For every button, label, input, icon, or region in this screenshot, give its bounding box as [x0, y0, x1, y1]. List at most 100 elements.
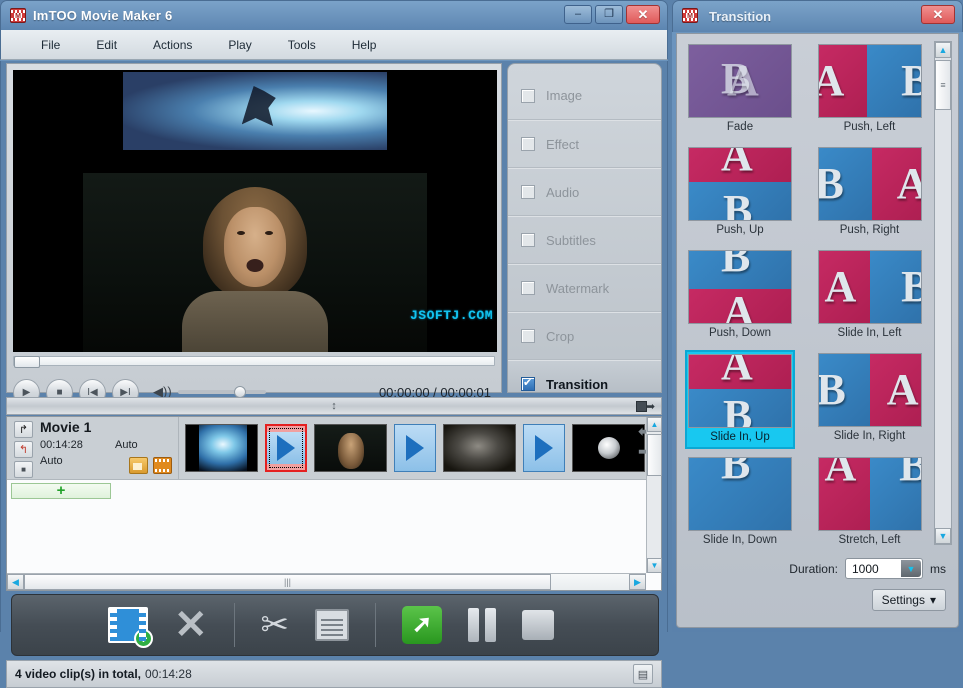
- transition-scrollbar[interactable]: ▲ ≡ ▼: [934, 41, 952, 545]
- option-row-crop[interactable]: Crop: [508, 312, 661, 360]
- transition-label: Slide In, Up: [710, 431, 770, 443]
- transition-clip-2[interactable]: [394, 424, 436, 472]
- transition-item-push-up[interactable]: A B Push, Up: [685, 144, 795, 242]
- watermark-text: JSOFTJ.COM: [409, 308, 493, 323]
- scroll-right-icon[interactable]: ▶: [629, 574, 646, 590]
- video-canvas[interactable]: JSOFTJ.COM: [13, 70, 497, 352]
- transition-label: Push, Right: [839, 224, 900, 236]
- transition-item-fade[interactable]: B A Fade: [685, 41, 795, 139]
- transition-thumbnail: B A: [817, 353, 922, 427]
- checkbox-watermark[interactable]: [521, 281, 535, 295]
- main-window: M ImTOO Movie Maker 6 – ❐ ✕ File Edit Ac…: [0, 0, 668, 688]
- video-frame-outgoing: [123, 72, 387, 150]
- timeline-horizontal-scrollbar[interactable]: ◀ ||| ▶: [7, 573, 646, 590]
- export-icon[interactable]: ➡: [636, 400, 655, 413]
- transition-thumbnail: A B: [817, 44, 922, 118]
- start-button[interactable]: [402, 606, 443, 644]
- menu-item-edit[interactable]: Edit: [78, 34, 135, 56]
- seek-track[interactable]: [13, 356, 495, 368]
- volume-slider[interactable]: [177, 386, 266, 398]
- track-undo-icon[interactable]: ↱: [14, 421, 33, 438]
- transition-item-push-left[interactable]: A B Push, Left: [815, 41, 925, 139]
- menu-item-file[interactable]: File: [23, 34, 78, 56]
- track-stop-icon[interactable]: ■: [14, 461, 33, 478]
- copy-button[interactable]: [315, 609, 350, 641]
- maximize-button[interactable]: ❐: [595, 5, 623, 24]
- option-row-transition[interactable]: Transition: [508, 360, 661, 392]
- toolbar-divider-1: [233, 603, 235, 647]
- duration-input[interactable]: 1000 ▼: [845, 558, 923, 579]
- clip-thumbnail-man[interactable]: [314, 424, 387, 472]
- transition-thumbnail: A B: [817, 457, 922, 531]
- scroll-up-icon[interactable]: ▲: [647, 417, 662, 432]
- film-strip-icon: M: [10, 8, 26, 23]
- video-subject-eye-left: [237, 231, 245, 235]
- minimize-button[interactable]: –: [564, 5, 592, 24]
- transition-item-slide-in-up[interactable]: A B Slide In, Up: [685, 350, 795, 449]
- checkbox-crop[interactable]: [521, 329, 535, 343]
- transition-item-slide-in-down[interactable]: B Slide In, Down: [685, 454, 795, 545]
- clip-thumbnail-smoke[interactable]: [443, 424, 516, 472]
- timeline-track-row: ↱ ↰ ■ Movie 1 00:14:28 Auto Auto ⬅ ➡: [7, 417, 661, 480]
- transition-titlebar[interactable]: M Transition ✕: [672, 0, 963, 32]
- menu-item-actions[interactable]: Actions: [135, 34, 210, 56]
- scroll-down-icon[interactable]: ▼: [935, 528, 951, 544]
- scroll-up-icon[interactable]: ▲: [935, 42, 951, 58]
- stop-encode-button[interactable]: [522, 610, 555, 640]
- track-redo-icon[interactable]: ↰: [14, 441, 33, 458]
- transition-item-slide-in-left[interactable]: A B Slide In, Left: [815, 247, 925, 345]
- menu-item-play[interactable]: Play: [210, 34, 269, 56]
- transition-scroll-thumb[interactable]: ≡: [935, 60, 951, 110]
- chevron-down-icon[interactable]: ▼: [901, 560, 921, 577]
- remove-button[interactable]: ✕: [174, 605, 208, 645]
- option-row-subtitles[interactable]: Subtitles: [508, 216, 661, 264]
- transition-item-stretch-left[interactable]: A B Stretch, Left: [815, 454, 925, 545]
- film-icon[interactable]: [153, 457, 172, 474]
- option-row-audio[interactable]: Audio: [508, 168, 661, 216]
- pause-button[interactable]: [468, 608, 497, 642]
- settings-button[interactable]: Settings ▾: [871, 589, 946, 611]
- folder-icon[interactable]: [129, 457, 148, 474]
- transition-thumbnail: B A: [688, 44, 792, 118]
- minimize-icon: –: [574, 8, 582, 20]
- transition-item-push-down[interactable]: B A Push, Down: [685, 247, 795, 345]
- checkbox-effect[interactable]: [521, 137, 535, 151]
- timeline-vertical-scrollbar[interactable]: ▲ ▼: [646, 417, 662, 573]
- checkbox-image[interactable]: [521, 88, 535, 103]
- transition-item-push-right[interactable]: B A Push, Right: [815, 144, 925, 242]
- scroll-left-icon[interactable]: ◀: [7, 574, 24, 590]
- option-row-image[interactable]: Image: [508, 72, 661, 120]
- stop-icon: ■: [56, 386, 63, 398]
- add-video-button[interactable]: +: [108, 607, 153, 648]
- timeline-hscroll-thumb[interactable]: |||: [24, 574, 551, 590]
- timeline-vscroll-thumb[interactable]: [647, 434, 662, 476]
- chevron-down-icon: ▾: [929, 593, 936, 607]
- log-icon[interactable]: ▤: [633, 664, 653, 684]
- add-clip-strip[interactable]: +: [11, 483, 111, 499]
- checkbox-subtitles[interactable]: [521, 233, 535, 247]
- clip-thumbnail-ice[interactable]: [185, 424, 258, 472]
- option-label-watermark: Watermark: [546, 280, 610, 296]
- splitter-bar[interactable]: ↕ ➡: [6, 397, 662, 415]
- menu-item-help[interactable]: Help: [334, 34, 395, 56]
- split-button[interactable]: ✂: [261, 607, 290, 643]
- seek-thumb[interactable]: [14, 356, 40, 368]
- video-subject-face: [224, 207, 286, 287]
- transition-item-slide-in-right[interactable]: B A Slide In, Right: [815, 350, 925, 449]
- option-row-watermark[interactable]: Watermark: [508, 264, 661, 312]
- scroll-down-icon[interactable]: ▼: [647, 558, 662, 573]
- close-button[interactable]: ✕: [626, 5, 660, 24]
- transition-close-button[interactable]: ✕: [921, 5, 955, 24]
- transition-window-buttons: ✕: [921, 5, 955, 24]
- main-titlebar[interactable]: M ImTOO Movie Maker 6 – ❐ ✕: [0, 0, 668, 30]
- checkbox-transition[interactable]: [521, 376, 535, 391]
- option-row-effect[interactable]: Effect: [508, 120, 661, 168]
- start-arrow-icon: [402, 606, 443, 644]
- checkbox-audio[interactable]: [521, 185, 535, 199]
- transition-clip-selected[interactable]: [265, 424, 307, 472]
- transition-clip-3[interactable]: [523, 424, 565, 472]
- splitter-grip-icon[interactable]: ↕: [331, 400, 337, 412]
- timeline-hscroll-track[interactable]: [551, 574, 629, 590]
- seek-bar[interactable]: [13, 356, 495, 370]
- menu-item-tools[interactable]: Tools: [270, 34, 334, 56]
